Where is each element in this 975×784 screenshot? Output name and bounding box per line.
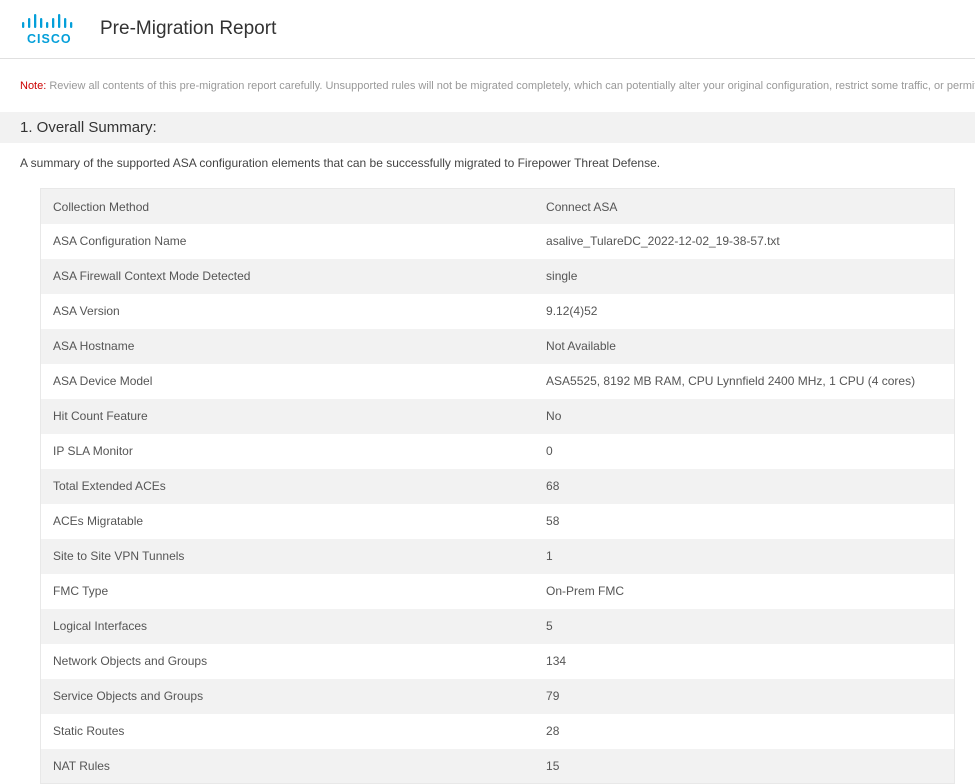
table-cell-value: 68 [534,469,954,504]
table-cell-value: 134 [534,644,954,679]
table-cell-label: ASA Device Model [41,364,535,399]
table-cell-value: 9.12(4)52 [534,294,954,329]
page-title: Pre-Migration Report [100,18,276,40]
table-row: Static Routes28 [41,714,955,749]
table-cell-value: Connect ASA [534,189,954,224]
cisco-logo-icon: CISCO [20,12,80,46]
table-cell-label: Service Objects and Groups [41,679,535,714]
table-cell-value: 1 [534,539,954,574]
table-row: ASA Device ModelASA5525, 8192 MB RAM, CP… [41,364,955,399]
table-cell-label: Total Extended ACEs [41,469,535,504]
table-row: FMC TypeOn-Prem FMC [41,574,955,609]
table-row: Site to Site VPN Tunnels1 [41,539,955,574]
note-section: Note: Review all contents of this pre-mi… [0,59,975,104]
svg-text:CISCO: CISCO [27,32,72,46]
table-cell-label: Network Objects and Groups [41,644,535,679]
table-cell-value: No [534,399,954,434]
table-cell-value: 79 [534,679,954,714]
table-cell-label: ACEs Migratable [41,504,535,539]
table-row: Hit Count FeatureNo [41,399,955,434]
table-row: NAT Rules15 [41,749,955,784]
table-cell-label: IP SLA Monitor [41,434,535,469]
table-cell-label: Static Routes [41,714,535,749]
table-cell-value: Not Available [534,329,954,364]
note-label: Note: [20,80,46,92]
table-cell-value: 58 [534,504,954,539]
table-cell-value: 28 [534,714,954,749]
table-cell-value: On-Prem FMC [534,574,954,609]
table-row: ACEs Migratable58 [41,504,955,539]
section-description: A summary of the supported ASA configura… [0,151,975,188]
table-row: ASA HostnameNot Available [41,329,955,364]
header: CISCO Pre-Migration Report [0,0,975,59]
table-row: Collection MethodConnect ASA [41,189,955,224]
table-row: ASA Configuration Nameasalive_TulareDC_2… [41,224,955,259]
table-cell-label: FMC Type [41,574,535,609]
table-cell-label: ASA Firewall Context Mode Detected [41,259,535,294]
table-cell-label: Logical Interfaces [41,609,535,644]
table-cell-label: NAT Rules [41,749,535,784]
table-cell-label: Collection Method [41,189,535,224]
table-row: Network Objects and Groups134 [41,644,955,679]
table-cell-label: ASA Hostname [41,329,535,364]
section-heading: 1. Overall Summary: [0,112,975,143]
table-cell-label: ASA Configuration Name [41,224,535,259]
summary-table: Collection MethodConnect ASAASA Configur… [40,188,955,784]
table-cell-label: Site to Site VPN Tunnels [41,539,535,574]
table-cell-label: Hit Count Feature [41,399,535,434]
table-row: IP SLA Monitor0 [41,434,955,469]
table-cell-value: 15 [534,749,954,784]
table-cell-value: single [534,259,954,294]
table-row: ASA Firewall Context Mode Detectedsingle [41,259,955,294]
table-row: Service Objects and Groups79 [41,679,955,714]
table-row: ASA Version9.12(4)52 [41,294,955,329]
table-row: Total Extended ACEs68 [41,469,955,504]
table-cell-value: 0 [534,434,954,469]
table-cell-value: asalive_TulareDC_2022-12-02_19-38-57.txt [534,224,954,259]
table-cell-label: ASA Version [41,294,535,329]
note-text: Review all contents of this pre-migratio… [49,80,975,92]
table-row: Logical Interfaces5 [41,609,955,644]
table-cell-value: ASA5525, 8192 MB RAM, CPU Lynnfield 2400… [534,364,954,399]
table-cell-value: 5 [534,609,954,644]
